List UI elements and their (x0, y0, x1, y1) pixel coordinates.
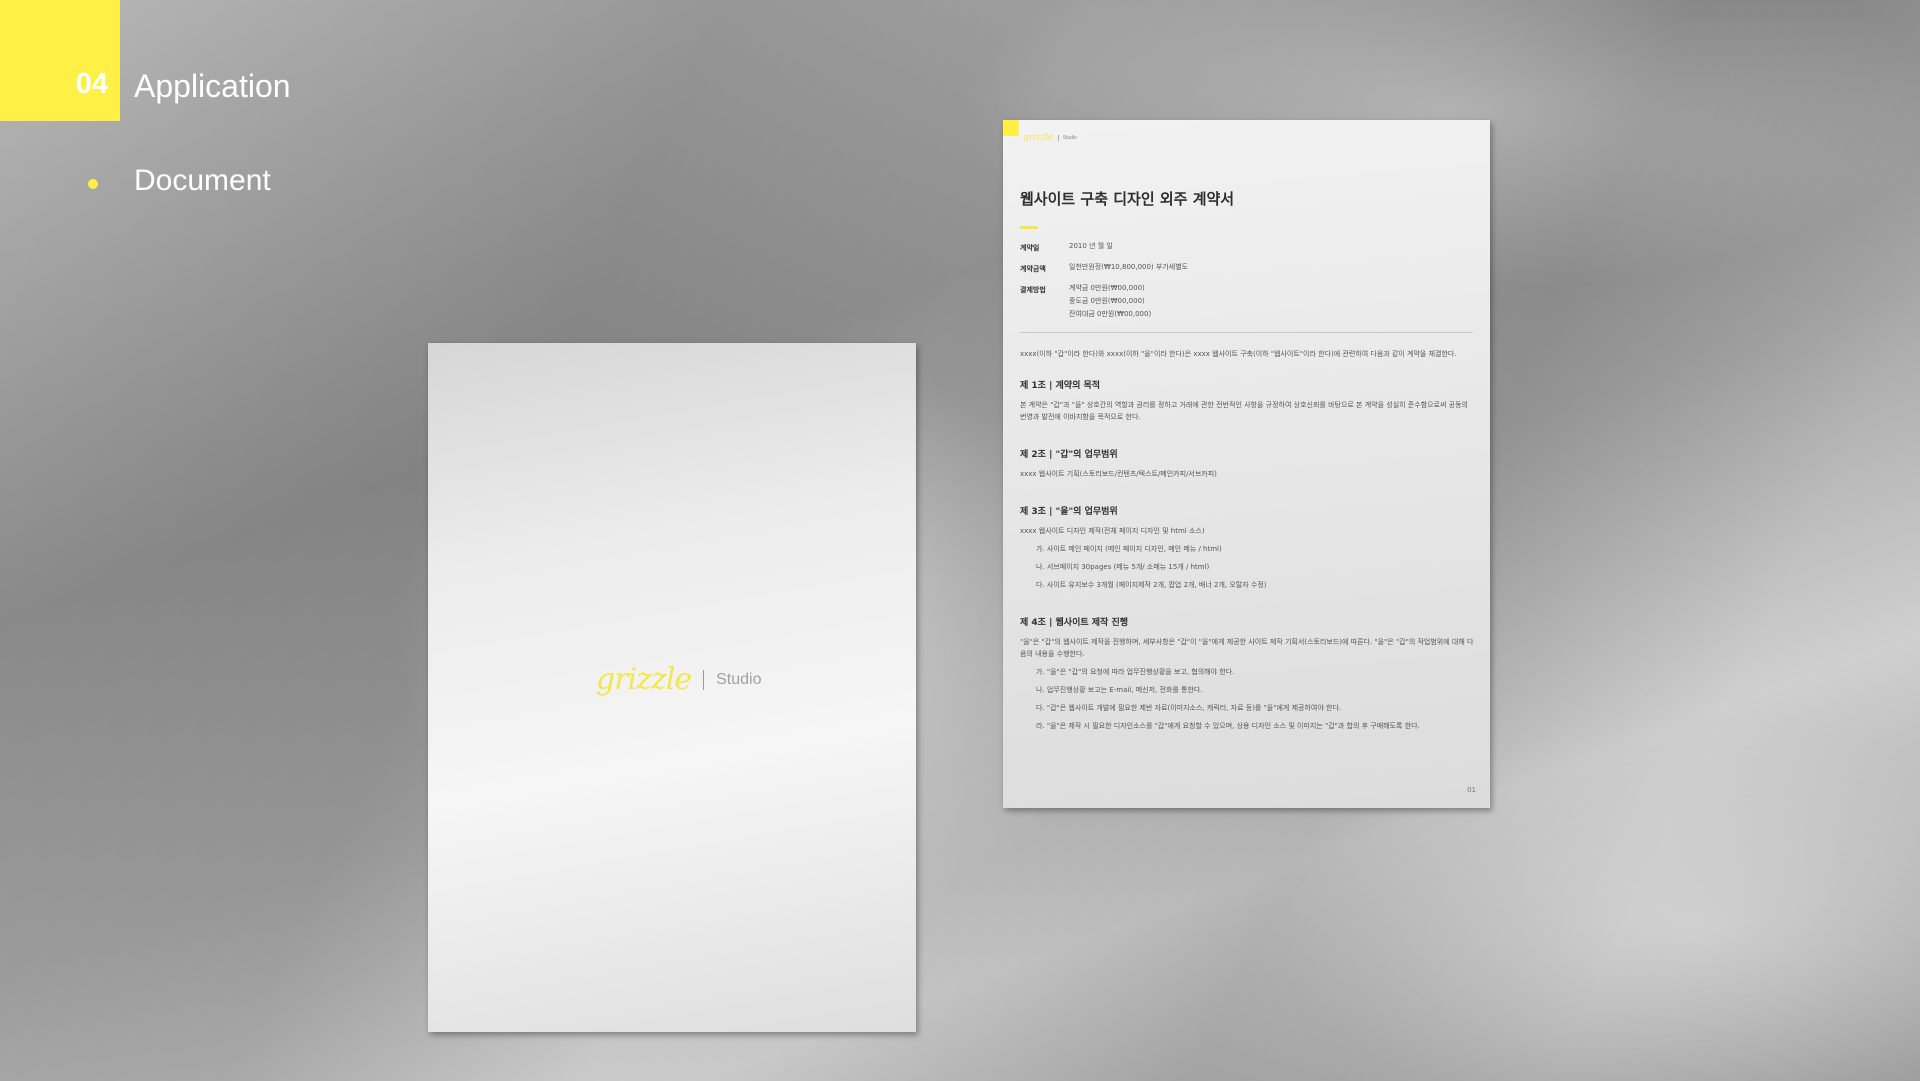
logo-wordmark: grizzle (596, 662, 692, 697)
article: 제 3조 | "을"의 업무범위 xxxx 웹사이트 디자인 제작(전체 페이지… (1020, 504, 1475, 591)
payment-values: 계약금 0만원(₩00,000) 중도금 0만원(₩00,000) 잔여대금 0… (1069, 282, 1151, 321)
corner-accent (1003, 120, 1019, 136)
divider (1020, 332, 1473, 333)
article: 제 2조 | "갑"의 업무범위 xxxx 웹사이트 기획(스토리보드/컨텐츠/… (1020, 447, 1475, 480)
article-text: xxxx 웹사이트 기획(스토리보드/컨텐츠/텍스트/메인카피/서브카피) (1020, 470, 1217, 478)
wall-background (0, 0, 1920, 1081)
subsection-label: Document (134, 164, 271, 197)
meta-row: 결제방법 계약금 0만원(₩00,000) 중도금 0만원(₩00,000) 잔… (1020, 282, 1188, 321)
document-cover: grizzle Studio (428, 343, 916, 1032)
meta-value: 2010 년 월 일 (1069, 242, 1113, 250)
section-number: 04 (75, 68, 108, 100)
article-title: 제 3조 | "을"의 업무범위 (1020, 507, 1118, 517)
meta-label: 계약금액 (1020, 265, 1046, 273)
logo-divider (703, 669, 705, 690)
payment-line: 잔여대금 0만원(₩00,000) (1069, 310, 1152, 318)
bullet-dot-icon (88, 179, 98, 189)
meta-label: 결제방법 (1020, 286, 1046, 294)
contract-document: grizzle Studio 웹사이트 구축 디자인 외주 계약서 계약일 20… (1003, 120, 1490, 808)
article-item: 다. 사이트 유지보수 3개월 (페이지제작 2개, 팝업 2개, 배너 2개,… (1036, 581, 1267, 589)
payment-line: 계약금 0만원(₩00,000) (1069, 284, 1145, 292)
article-text: xxxx 웹사이트 디자인 제작(전체 페이지 디자인 및 html 소스) (1020, 527, 1205, 535)
article-item: 가. "을"은 "갑"의 요청에 따라 업무진행상황을 보고, 협의해야 한다. (1036, 668, 1235, 676)
intro-paragraph: xxxx(이하 "갑"이라 한다)와 xxxx(이하 "을"이라 한다)은 xx… (1020, 350, 1457, 358)
logo-divider (1057, 135, 1059, 141)
contract-title: 웹사이트 구축 디자인 외주 계약서 (1020, 190, 1235, 208)
article-text: "을"은 "갑"의 웹사이트 제작을 진행하며, 세부사항은 "갑"이 "을"에… (1020, 638, 1474, 658)
section-badge: 04 (0, 0, 120, 121)
meta-label: 계약일 (1020, 244, 1040, 252)
article-item: 라. "을"은 제작 시 필요한 디자인소스를 "갑"에게 요청할 수 있으며,… (1036, 722, 1420, 730)
logo-suffix: Studio (1062, 135, 1077, 141)
payment-line: 중도금 0만원(₩00,000) (1069, 297, 1145, 305)
article: 제 4조 | 웹사이트 제작 진행 "을"은 "갑"의 웹사이트 제작을 진행하… (1020, 615, 1475, 732)
article-item: 가. 사이트 메인 페이지 (메인 페이지 디자인, 메인 메뉴 / html) (1036, 545, 1222, 553)
title-accent-line (1020, 226, 1038, 229)
article-title: 제 4조 | 웹사이트 제작 진행 (1020, 618, 1129, 628)
page-number: 01 (1467, 786, 1476, 794)
article: 제 1조 | 계약의 목적 본 계약은 "갑"과 "을" 상호간의 역할과 권리… (1020, 378, 1475, 423)
article-title: 제 1조 | 계약의 목적 (1020, 381, 1101, 391)
meta-row: 계약일 2010 년 월 일 (1020, 242, 1188, 253)
contract-meta: 계약일 2010 년 월 일 계약금액 일천만원정(₩10,800,000) 부… (1020, 242, 1189, 332)
article-item: 나. 서브페이지 30pages (메뉴 5개/ 소메뉴 15개 / html) (1036, 563, 1210, 571)
article-item: 다. "갑"은 웹사이트 개발에 필요한 제반 자료(이미지소스, 캐릭터, 자… (1036, 704, 1342, 712)
logo-suffix: Studio (716, 670, 762, 688)
meta-value: 일천만원정(₩10,800,000) 부가세별도 (1069, 263, 1189, 271)
contract-logo: grizzle Studio (1023, 133, 1077, 143)
article-item: 나. 업무진행상황 보고는 E-mail, 메신저, 전화를 통한다. (1036, 686, 1203, 694)
article-title: 제 2조 | "갑"의 업무범위 (1020, 450, 1118, 460)
contract-body: xxxx(이하 "갑"이라 한다)와 xxxx(이하 "을"이라 한다)은 xx… (1020, 348, 1475, 756)
article-text: 본 계약은 "갑"과 "을" 상호간의 역할과 권리를 정하고 거래에 관한 전… (1020, 401, 1468, 421)
logo-wordmark: grizzle (1023, 133, 1054, 143)
section-title: Application (134, 68, 291, 104)
cover-logo: grizzle Studio (596, 662, 761, 697)
meta-row: 계약금액 일천만원정(₩10,800,000) 부가세별도 (1020, 263, 1189, 274)
